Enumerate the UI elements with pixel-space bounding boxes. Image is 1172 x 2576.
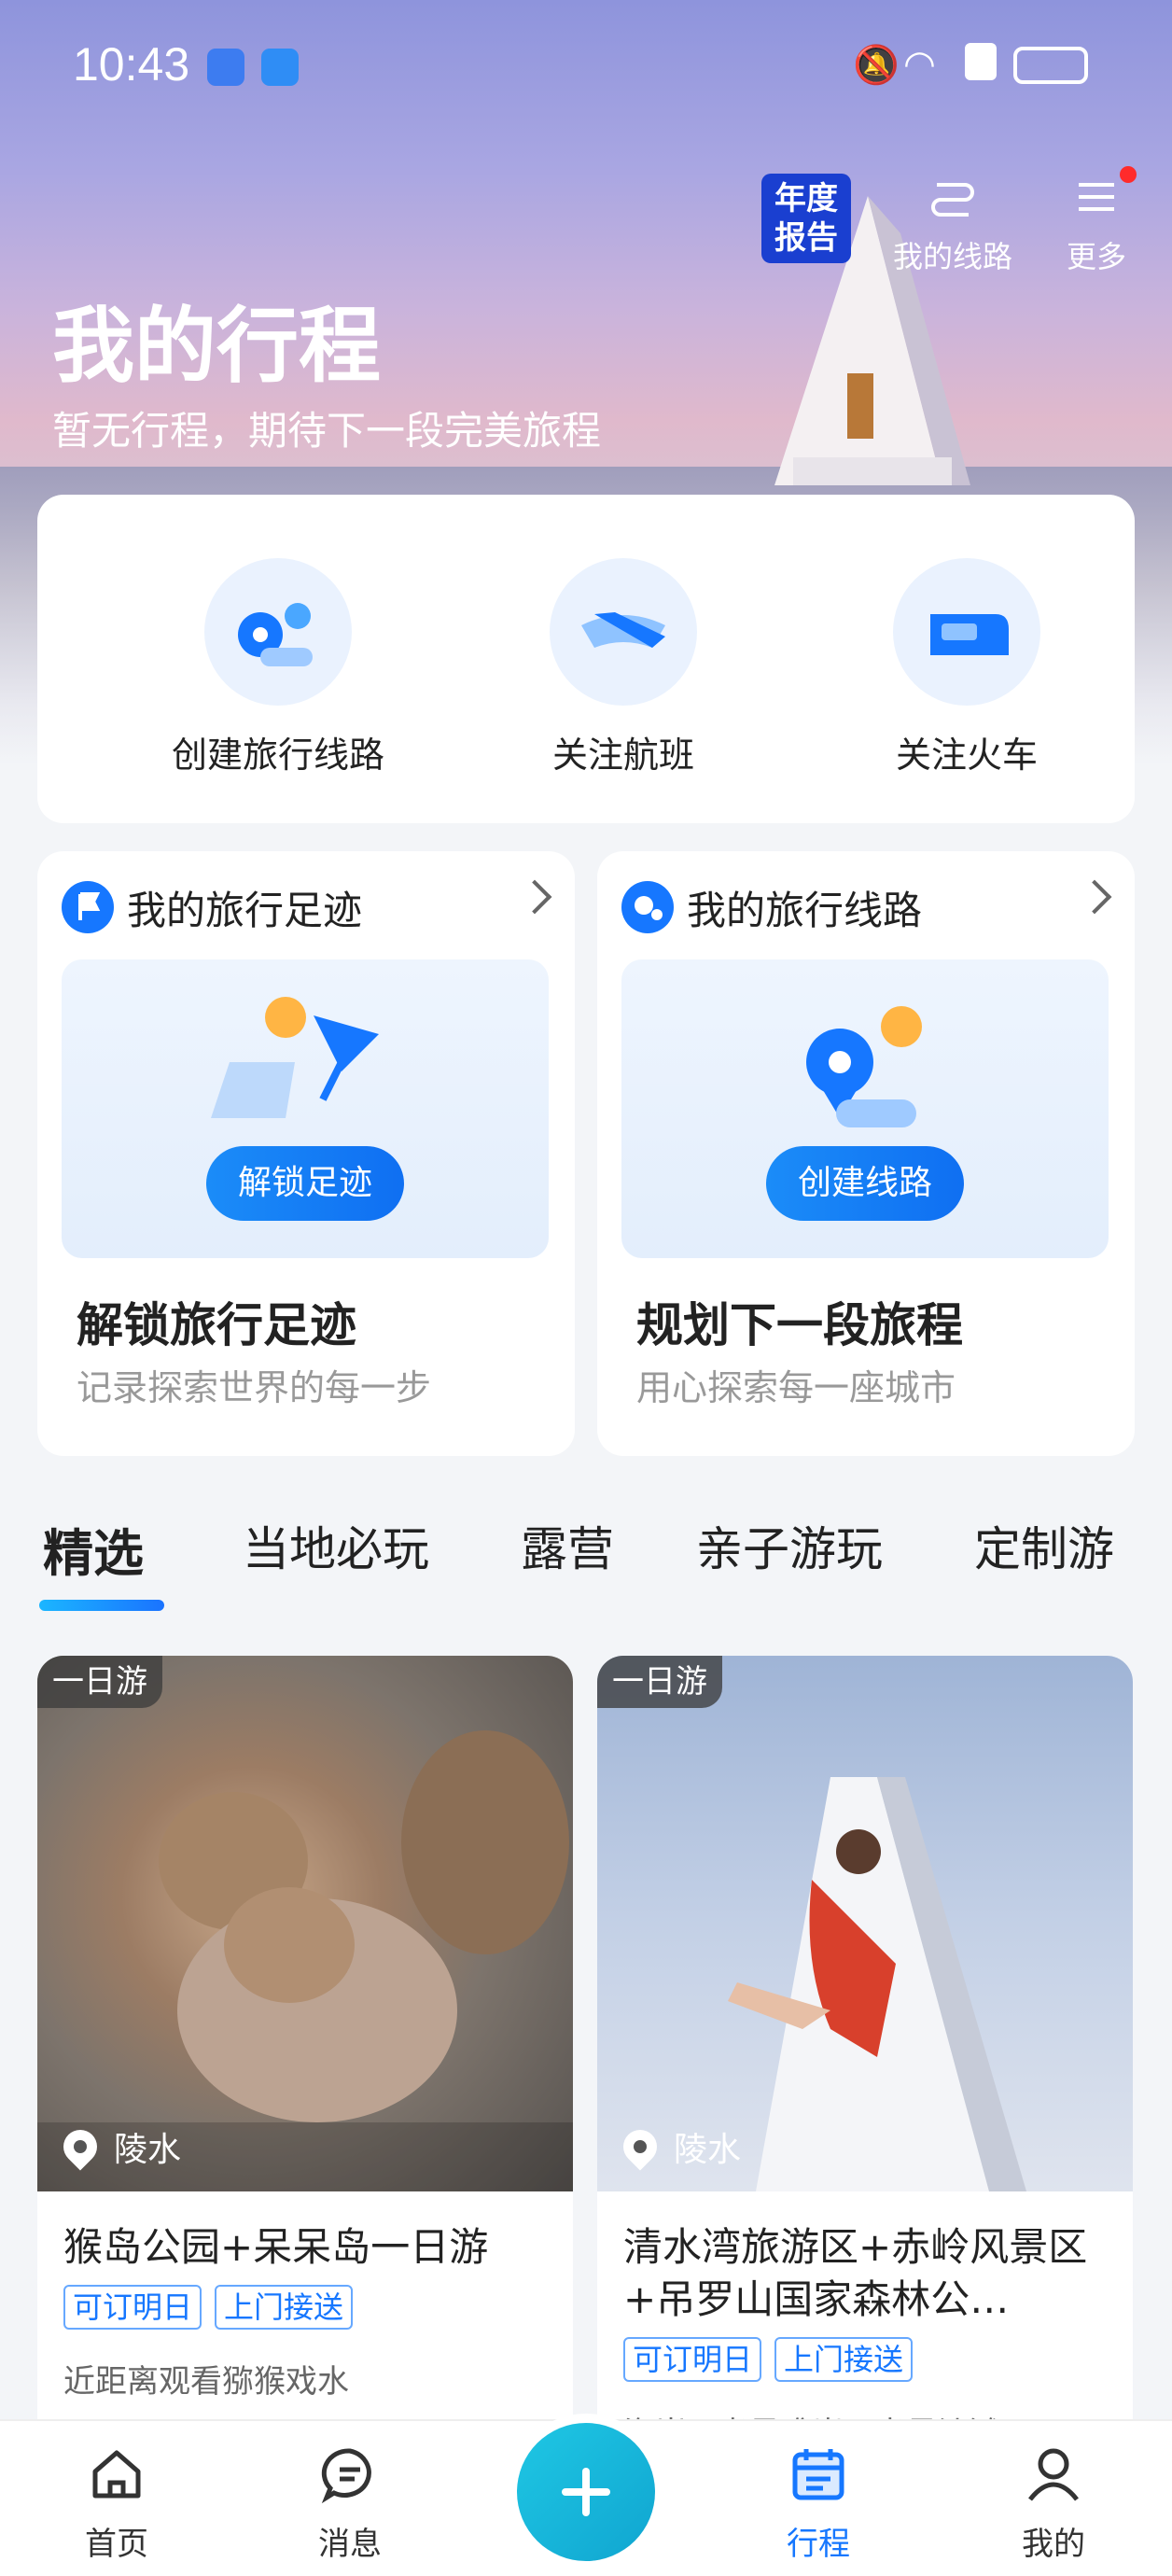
footprint-illustration: 解锁足迹 <box>62 959 549 1258</box>
nav-messages[interactable]: 消息 <box>280 2442 420 2564</box>
footprint-subtitle: 记录探索世界的每一步 <box>77 1367 432 1408</box>
product-card[interactable]: 一日游 陵水 猴岛公园+呆呆岛一日游 可订明日 上门接送 近距离观看猕猴戏水 <box>37 1656 573 2458</box>
more-label: 更多 <box>1066 239 1126 274</box>
page-title: 我的行程 <box>52 298 382 394</box>
page-subtitle: 暂无行程，期待下一段完美旅程 <box>52 408 602 454</box>
routes-subtitle: 用心探索每一座城市 <box>636 1367 956 1408</box>
user-icon <box>1028 2448 1079 2501</box>
footprint-card[interactable]: 我的旅行足迹 解锁足迹 解锁旅行足迹 记录探索世界的每一步 <box>37 851 575 1456</box>
quick-actions-card: 创建旅行线路 关注航班 关注火车 <box>37 495 1135 823</box>
tab-featured[interactable]: 精选 <box>43 1512 144 1586</box>
chevron-right-icon[interactable] <box>517 879 552 915</box>
nav-home[interactable]: 首页 <box>47 2442 187 2564</box>
nav-trips[interactable]: 行程 <box>748 2442 888 2564</box>
footprint-heading: 我的旅行足迹 <box>127 887 363 933</box>
tab-camping[interactable]: 露营 <box>521 1512 614 1579</box>
follow-train-label: 关注火车 <box>895 735 1038 776</box>
location-pin-icon <box>56 2122 105 2171</box>
routes-title: 规划下一段旅程 <box>636 1298 963 1352</box>
add-button[interactable] <box>517 2423 655 2561</box>
product-location: 陵水 <box>616 2122 742 2171</box>
route-icon <box>931 183 974 217</box>
more-button[interactable]: 更多 <box>1026 174 1166 276</box>
product-title: 清水湾旅游区+赤岭风景区+吊罗山国家森林公… <box>623 2224 1088 2322</box>
chevron-right-icon[interactable] <box>1077 879 1112 915</box>
create-route-label: 创建旅行线路 <box>171 735 384 776</box>
notification-dot <box>1120 166 1137 183</box>
create-route-action[interactable]: 创建旅行线路 <box>138 558 418 777</box>
product-location: 陵水 <box>56 2122 182 2171</box>
battery-icon <box>1013 47 1088 84</box>
alert-icon <box>965 43 997 80</box>
report-line-1: 年度 <box>774 180 838 217</box>
product-chips: 可订明日 上门接送 <box>63 2285 354 2330</box>
status-time: 10:43 <box>73 38 190 91</box>
train-icon <box>893 558 1040 706</box>
tab-local-must-play[interactable]: 当地必玩 <box>243 1512 429 1579</box>
product-location-label: 陵水 <box>674 2131 742 2169</box>
staircase-photo: 一日游 陵水 <box>597 1656 1133 2191</box>
flag-icon <box>62 881 114 933</box>
product-chip: 可订明日 <box>623 2337 762 2382</box>
product-chip: 上门接送 <box>774 2337 914 2382</box>
wifi-icon: ◠ <box>903 43 936 86</box>
route-pin-icon <box>204 558 352 706</box>
nav-mine[interactable]: 我的 <box>984 2442 1123 2564</box>
follow-flight-action[interactable]: 关注航班 <box>483 558 763 777</box>
footprint-title: 解锁旅行足迹 <box>77 1298 356 1352</box>
footprint-header: 我的旅行足迹 <box>62 879 362 935</box>
status-bar: 10:43 🔕 ◠ <box>0 0 1172 131</box>
calendar-icon <box>792 2449 844 2500</box>
routes-heading: 我的旅行线路 <box>687 887 923 933</box>
home-icon <box>92 2450 141 2499</box>
route-badge-icon <box>621 881 674 933</box>
create-route-button[interactable]: 创建线路 <box>765 1146 965 1221</box>
tab-active-indicator <box>39 1600 164 1611</box>
product-location-label: 陵水 <box>114 2131 182 2169</box>
annual-report-badge[interactable]: 年度 报告 <box>761 174 851 263</box>
product-desc: 近距离观看猕猴戏水 <box>63 2363 349 2401</box>
menu-icon <box>1079 183 1114 211</box>
nav-mine-label: 我的 <box>1022 2526 1085 2563</box>
product-title: 猴岛公园+呆呆岛一日游 <box>63 2224 489 2270</box>
nav-trips-label: 行程 <box>787 2526 850 2563</box>
report-line-2: 报告 <box>774 219 838 257</box>
usb-icon <box>207 49 244 86</box>
plane-icon <box>550 558 697 706</box>
unlock-footprint-button[interactable]: 解锁足迹 <box>205 1146 405 1221</box>
product-chips: 可订明日 上门接送 <box>623 2337 914 2382</box>
tab-family[interactable]: 亲子游玩 <box>696 1512 883 1579</box>
product-tag: 一日游 <box>37 1656 162 1708</box>
tab-custom-tour[interactable]: 定制游 <box>974 1512 1114 1579</box>
message-icon <box>321 2448 371 2504</box>
routes-header: 我的旅行线路 <box>621 879 922 935</box>
routes-illustration: 创建线路 <box>621 959 1109 1258</box>
product-chip: 可订明日 <box>63 2285 202 2330</box>
follow-train-action[interactable]: 关注火车 <box>827 558 1107 777</box>
cloud-icon <box>261 49 299 86</box>
my-routes-label: 我的线路 <box>892 239 1012 274</box>
nav-home-label: 首页 <box>85 2526 148 2563</box>
product-chip: 上门接送 <box>215 2285 354 2330</box>
location-pin-icon <box>616 2122 664 2171</box>
my-routes-button[interactable]: 我的线路 <box>883 174 1023 276</box>
follow-flight-label: 关注航班 <box>551 735 694 776</box>
mute-icon: 🔕 <box>853 44 900 87</box>
category-tabs: 精选 当地必玩 露营 亲子游玩 定制游 <box>43 1512 1172 1605</box>
routes-card[interactable]: 我的旅行线路 创建线路 规划下一段旅程 用心探索每一座城市 <box>597 851 1135 1456</box>
product-card[interactable]: 一日游 陵水 清水湾旅游区+赤岭风景区+吊罗山国家森林公… 可订明日 上门接送 … <box>597 1656 1133 2458</box>
nav-messages-label: 消息 <box>318 2526 382 2563</box>
product-tag: 一日游 <box>597 1656 722 1708</box>
monkey-photo: 一日游 陵水 <box>37 1656 573 2191</box>
